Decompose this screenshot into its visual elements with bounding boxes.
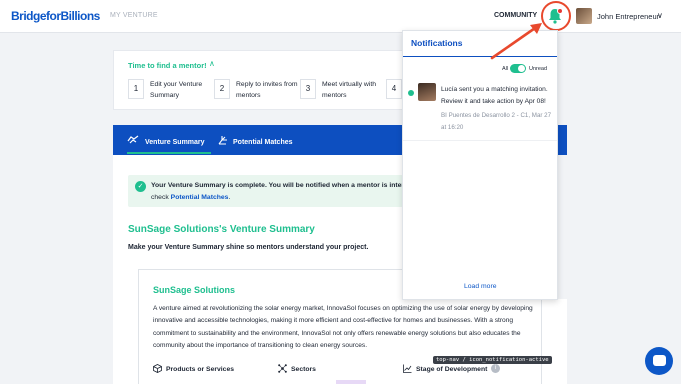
hand-icon xyxy=(218,136,227,145)
venture-name: SunSage Solutions xyxy=(153,285,236,295)
check-icon: ✓ xyxy=(135,181,146,192)
avatar[interactable] xyxy=(576,8,592,24)
chevron-down-icon[interactable]: ∨ xyxy=(657,11,663,20)
tab-venture-summary[interactable]: Venture Summary xyxy=(127,125,217,155)
unread-dot xyxy=(408,90,414,96)
venture-description: A venture aimed at revolutionizing the s… xyxy=(153,305,533,349)
toggle-all-label: All xyxy=(502,66,509,72)
step-text: Reply to invites from mentors xyxy=(236,81,298,99)
stage-text: Stage of Development xyxy=(416,366,488,373)
notification-divider xyxy=(403,140,557,141)
chat-icon xyxy=(653,355,666,366)
notification-text[interactable]: Lucía sent you a matching invitation. Re… xyxy=(441,84,553,108)
toggle-unread-label: Unread xyxy=(529,66,548,72)
avatar xyxy=(418,83,436,101)
chevron-up-icon[interactable]: ∧ xyxy=(209,59,215,68)
nav-my-venture[interactable]: MY VENTURE xyxy=(110,12,158,19)
mentor-title: Time to find a mentor! xyxy=(128,61,207,70)
handshake-icon xyxy=(127,135,139,144)
alert-text-2: check Potential Matches. xyxy=(151,194,230,201)
page-title: SunSage Solutions's Venture Summary xyxy=(128,224,315,235)
chart-icon xyxy=(403,364,412,373)
network-icon xyxy=(278,364,287,373)
sectors-label: Sectors xyxy=(278,364,316,373)
notifications-title: Notifications xyxy=(411,38,463,48)
tab-label: Venture Summary xyxy=(145,139,205,146)
tag-highlight xyxy=(336,380,366,384)
potential-matches-link[interactable]: Potential Matches xyxy=(171,194,229,201)
toggle-knob xyxy=(518,65,525,72)
products-text: Products or Services xyxy=(166,366,234,373)
step-number: 3 xyxy=(300,79,316,99)
logo[interactable]: BridgeforBillions xyxy=(11,9,100,23)
annotation-arrow xyxy=(490,23,542,60)
active-tab-indicator xyxy=(127,152,211,154)
step-number: 2 xyxy=(214,79,230,99)
products-label: Products or Services xyxy=(153,364,234,373)
stage-label: Stage of Development xyxy=(403,364,487,373)
tab-potential-matches[interactable]: Potential Matches xyxy=(217,125,307,155)
tab-label: Potential Matches xyxy=(233,139,293,146)
sectors-text: Sectors xyxy=(291,366,316,373)
user-name[interactable]: John Entrepreneur xyxy=(597,12,659,21)
unread-toggle[interactable] xyxy=(510,64,526,73)
step-number: 4 xyxy=(386,79,402,99)
step-text: Meet virtually with mentors xyxy=(322,81,377,99)
alert-prefix: check xyxy=(151,194,171,201)
tooltip: top-nav / icon_notification-active xyxy=(433,356,552,364)
step-text: Edit your Venture Summary xyxy=(150,81,203,99)
success-alert xyxy=(128,175,403,207)
alert-text: Your Venture Summary is complete. You wi… xyxy=(151,182,418,189)
box-icon xyxy=(153,364,162,373)
info-icon[interactable]: i xyxy=(491,364,500,373)
notification-meta: BI Puentes de Desarrollo 2 - C1, Mar 27 … xyxy=(441,112,552,131)
load-more-button[interactable]: Load more xyxy=(464,283,497,290)
step-number: 1 xyxy=(128,79,144,99)
page-subtitle: Make your Venture Summary shine so mento… xyxy=(128,244,369,251)
alert-suffix: . xyxy=(228,194,231,201)
